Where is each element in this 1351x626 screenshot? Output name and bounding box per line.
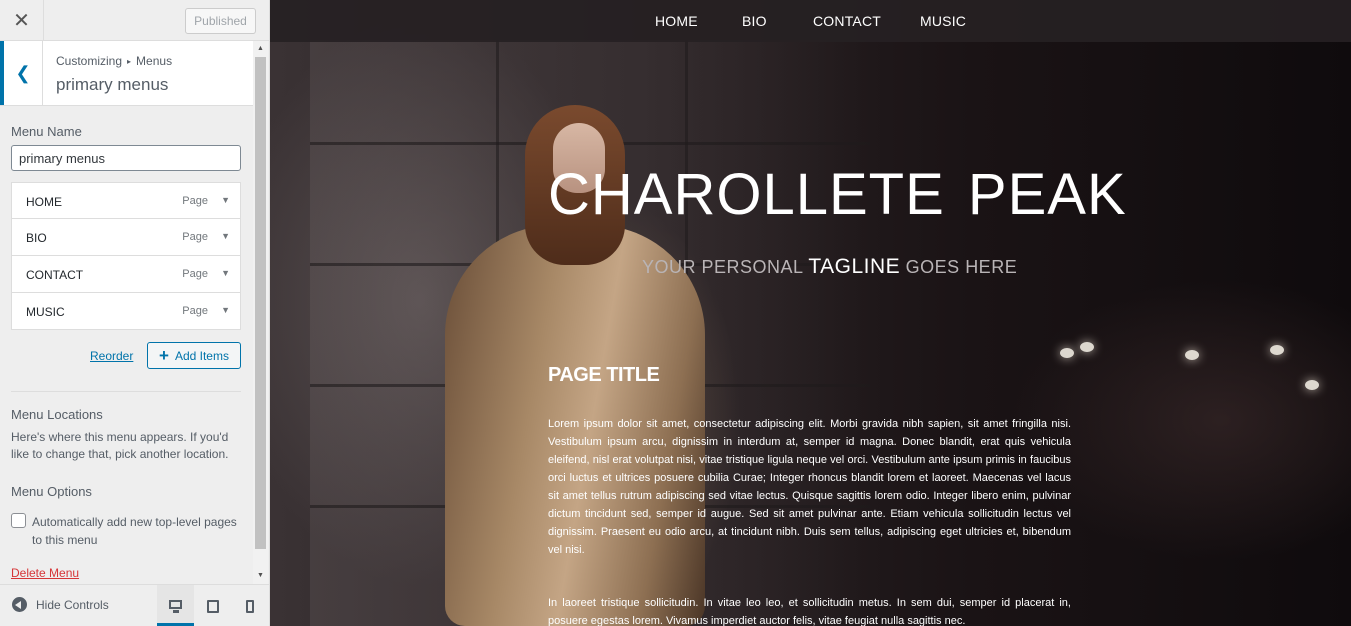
- add-items-button[interactable]: + Add Items: [147, 342, 241, 369]
- site-preview: HOME BIO CONTACT MUSIC CHAROLLETE PEAK Y…: [270, 0, 1351, 626]
- nav-link-home[interactable]: HOME: [655, 13, 698, 29]
- breadcrumb-separator-icon: ▸: [127, 57, 132, 66]
- tagline-emphasis: TAGLINE: [808, 255, 901, 278]
- page-title: PAGE TITLE: [548, 364, 660, 386]
- menu-item-bio[interactable]: BIO Page ▼: [11, 219, 241, 256]
- hide-controls-label: Hide Controls: [36, 597, 109, 612]
- customizer-sidebar: ✕ Published ❮ Customizing ▸ Menus primary …: [0, 0, 270, 626]
- menu-name-label: Menu Name: [11, 124, 82, 139]
- menu-locations-description: Here's where this menu appears. If you'd…: [11, 430, 229, 461]
- close-customizer-button[interactable]: ✕: [0, 0, 44, 41]
- menu-item-title: BIO: [26, 231, 47, 245]
- auto-add-label[interactable]: Automatically add new top-level pages to…: [32, 513, 247, 549]
- menu-item-contact[interactable]: CONTACT Page ▼: [11, 256, 241, 293]
- customizer-header: ✕ Published: [0, 0, 269, 41]
- hide-controls-button[interactable]: Hide Controls: [12, 597, 109, 612]
- close-icon: ✕: [13, 10, 30, 32]
- scrollbar-thumb[interactable]: [255, 57, 266, 549]
- light: [1185, 350, 1199, 360]
- light: [1080, 342, 1094, 352]
- expand-arrow-icon[interactable]: ▼: [221, 268, 230, 278]
- menu-items-list: HOME Page ▼ BIO Page ▼ CONTACT Page ▼ MU…: [11, 182, 241, 330]
- add-items-label: Add Items: [174, 348, 229, 363]
- light: [1305, 380, 1319, 390]
- menu-item-title: HOME: [26, 195, 62, 209]
- back-button[interactable]: ❮: [0, 41, 43, 105]
- menu-item-type: Page: [182, 305, 208, 317]
- expand-arrow-icon[interactable]: ▼: [221, 195, 230, 205]
- customizer-footer: Hide Controls: [0, 584, 269, 626]
- preview-mobile-button[interactable]: [231, 585, 268, 626]
- page-paragraph-1: Lorem ipsum dolor sit amet, consectetur …: [548, 418, 1071, 556]
- auto-add-checkbox[interactable]: [11, 513, 26, 528]
- nav-link-contact[interactable]: CONTACT: [813, 13, 881, 29]
- delete-menu-link[interactable]: Delete Menu: [11, 566, 79, 580]
- collapse-arrow-icon: [12, 597, 27, 612]
- breadcrumb: Customizing ▸ Menus: [56, 54, 172, 68]
- light: [1060, 348, 1074, 358]
- preview-desktop-button[interactable]: [157, 585, 194, 626]
- light: [1270, 345, 1284, 355]
- menu-item-type: Page: [182, 231, 208, 243]
- nav-link-music[interactable]: MUSIC: [920, 13, 966, 29]
- menu-locations-heading: Menu Locations: [11, 407, 103, 422]
- nav-link-bio[interactable]: BIO: [742, 13, 767, 29]
- section-header: ❮ Customizing ▸ Menus primary menus: [0, 41, 253, 106]
- page-paragraph-2: In laoreet tristique sollicitudin. In vi…: [548, 597, 1071, 626]
- tablet-icon: [206, 599, 219, 613]
- plus-icon: +: [159, 346, 169, 365]
- menu-item-title: MUSIC: [26, 305, 65, 319]
- menu-item-home[interactable]: HOME Page ▼: [11, 182, 241, 219]
- expand-arrow-icon[interactable]: ▼: [221, 305, 230, 315]
- published-button[interactable]: Published: [185, 8, 256, 34]
- site-title[interactable]: CHAROLLETE PEAK: [548, 161, 1127, 228]
- site-navigation: HOME BIO CONTACT MUSIC: [270, 0, 1351, 42]
- chevron-left-icon: ❮: [15, 62, 31, 83]
- menu-name-input[interactable]: [11, 145, 241, 171]
- menu-item-type: Page: [182, 268, 208, 280]
- scroll-up-icon[interactable]: ▲: [253, 41, 268, 55]
- divider: [11, 391, 241, 392]
- expand-arrow-icon[interactable]: ▼: [221, 231, 230, 241]
- reorder-link[interactable]: Reorder: [90, 349, 133, 363]
- mobile-icon: [245, 599, 254, 613]
- desktop-icon: [169, 599, 182, 613]
- preview-tablet-button[interactable]: [194, 585, 231, 626]
- menu-item-title: CONTACT: [26, 268, 84, 282]
- menu-options-heading: Menu Options: [11, 484, 92, 499]
- tagline-prefix: YOUR PERSONAL: [642, 257, 809, 277]
- menu-item-type: Page: [182, 195, 208, 207]
- sidebar-scrollbar[interactable]: ▲ ▼: [253, 41, 268, 584]
- breadcrumb-root: Customizing: [56, 54, 123, 68]
- menu-item-music[interactable]: MUSIC Page ▼: [11, 293, 241, 330]
- section-title: primary menus: [56, 75, 169, 94]
- scroll-down-icon[interactable]: ▼: [253, 568, 268, 582]
- tagline-suffix: GOES HERE: [900, 257, 1018, 277]
- site-tagline: YOUR PERSONAL TAGLINE GOES HERE: [642, 255, 1017, 279]
- breadcrumb-parent: Menus: [136, 54, 173, 68]
